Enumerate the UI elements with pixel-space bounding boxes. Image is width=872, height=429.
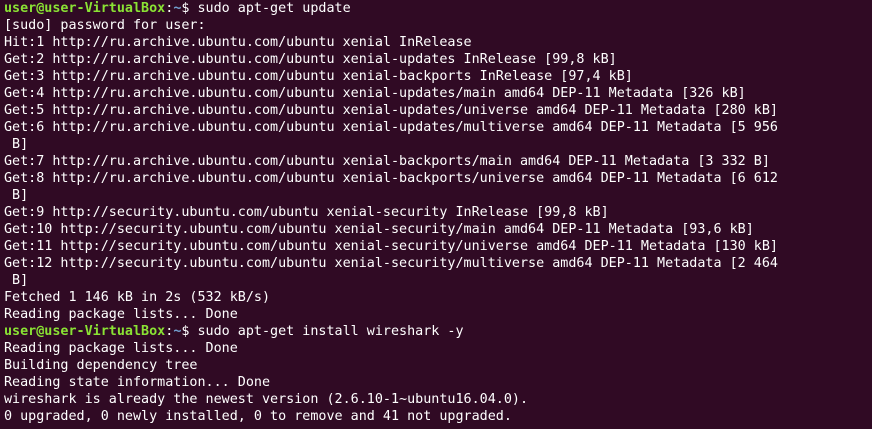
output-line: 0 upgraded, 0 newly installed, 0 to remo… [4,409,512,424]
output-line: Get:5 http://ru.archive.ubuntu.com/ubunt… [4,103,778,118]
output-line: Hit:1 http://ru.archive.ubuntu.com/ubunt… [4,35,472,50]
output-line: Reading package lists... Done [4,341,238,356]
output-line: B] [4,188,29,203]
output-line: Reading state information... Done [4,375,271,390]
prompt-user-host: user@user-VirtualBox [4,324,166,339]
output-line: Get:6 http://ru.archive.ubuntu.com/ubunt… [4,120,778,135]
output-line: Building dependency tree [4,358,198,373]
output-line: Get:3 http://ru.archive.ubuntu.com/ubunt… [4,69,633,84]
output-line: Get:2 http://ru.archive.ubuntu.com/ubunt… [4,52,617,67]
output-line: Get:8 http://ru.archive.ubuntu.com/ubunt… [4,171,778,186]
terminal-window[interactable]: user@user-VirtualBox:~$ sudo apt-get upd… [0,0,872,429]
output-line: Fetched 1 146 kB in 2s (532 kB/s) [4,290,271,305]
output-line: B] [4,273,29,288]
prompt-line: user@user-VirtualBox:~$ sudo apt-get ins… [4,323,872,340]
output-line: wireshark is already the newest version … [4,392,529,407]
prompt-line: user@user-VirtualBox:~$ sudo apt-get upd… [4,0,872,17]
output-line: Reading package lists... Done [4,307,238,322]
output-line: Get:11 http://security.ubuntu.com/ubuntu… [4,239,778,254]
command-text: sudo apt-get update [189,1,351,16]
output-line: Get:4 http://ru.archive.ubuntu.com/ubunt… [4,86,746,101]
output-line: Get:12 http://security.ubuntu.com/ubuntu… [4,256,778,271]
output-line: B] [4,137,29,152]
command-text: sudo apt-get install wireshark -y [189,324,464,339]
output-line: [sudo] password for user: [4,18,206,33]
output-line: Get:10 http://security.ubuntu.com/ubuntu… [4,222,754,237]
prompt-user-host: user@user-VirtualBox [4,1,166,16]
output-line: Get:7 http://ru.archive.ubuntu.com/ubunt… [4,154,770,169]
output-line: Get:9 http://security.ubuntu.com/ubuntu … [4,205,609,220]
